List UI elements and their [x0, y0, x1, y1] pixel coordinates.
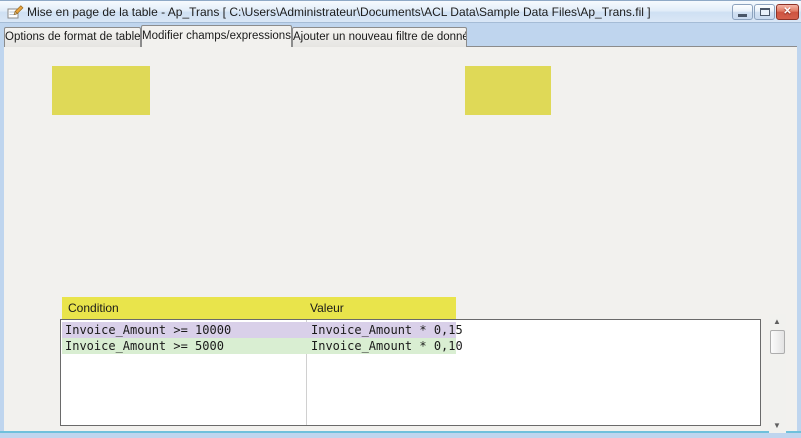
maximize-button[interactable]	[754, 4, 775, 20]
window-title: Mise en page de la table - Ap_Trans [ C:…	[27, 5, 651, 19]
valeur-cell: Invoice_Amount * 0,10	[311, 338, 463, 354]
tab-ajouter-filtre[interactable]: Ajouter un nouveau filtre de données	[292, 27, 467, 47]
condition-listbox[interactable]: Invoice_Amount >= 10000 Invoice_Amount *…	[60, 319, 761, 426]
condition-table-header: Condition Valeur	[62, 297, 456, 319]
close-icon: ✕	[777, 6, 798, 17]
valeur-column-header: Valeur	[310, 301, 344, 315]
scroll-up-icon[interactable]: ▲	[773, 317, 781, 326]
condition-cell: Invoice_Amount >= 10000	[65, 322, 231, 338]
tab-modifier-champs[interactable]: Modifier champs/expressions	[141, 25, 292, 47]
window-border-bottom	[0, 431, 801, 438]
app-icon	[7, 4, 24, 21]
scrollbar-thumb[interactable]	[770, 330, 785, 354]
scroll-down-icon[interactable]: ▼	[773, 421, 781, 430]
close-button[interactable]: ✕	[776, 4, 799, 20]
table-layout-dialog: Mise en page de la table - Ap_Trans [ C:…	[0, 0, 801, 438]
condition-cell: Invoice_Amount >= 5000	[65, 338, 224, 354]
valeur-cell: Invoice_Amount * 0,15	[311, 322, 463, 338]
condition-column-header: Condition	[68, 301, 119, 315]
minimize-button[interactable]	[732, 4, 753, 20]
condition-row[interactable]: Invoice_Amount >= 10000 Invoice_Amount *…	[62, 322, 759, 338]
condition-row[interactable]: Invoice_Amount >= 5000 Invoice_Amount * …	[62, 338, 759, 354]
window-border-right	[797, 23, 801, 431]
vertical-scrollbar[interactable]: ▲ ▼	[769, 314, 786, 433]
tab-options-format[interactable]: Options de format de table	[4, 27, 141, 47]
minimize-icon	[738, 14, 747, 17]
maximize-icon	[760, 8, 770, 16]
title-bar[interactable]: Mise en page de la table - Ap_Trans [ C:…	[0, 0, 801, 23]
